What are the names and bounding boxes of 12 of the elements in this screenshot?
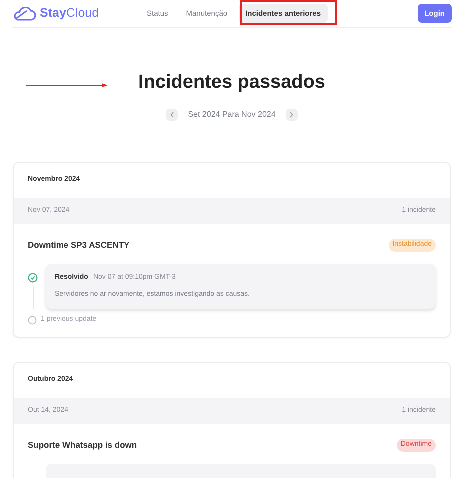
chevron-right-icon [289,112,294,118]
circle-icon [28,316,37,324]
previous-button[interactable] [166,109,178,121]
incident-title[interactable]: Downtime SP3 ASCENTY [28,239,130,252]
date-range: Set 2024 Para Nov 2024 [188,109,276,121]
incident-title[interactable]: Suporte Whatsapp is down [28,439,138,452]
cloud-logo-icon [12,6,37,20]
next-button[interactable] [286,109,298,121]
brand-name[interactable]: StayCloud [40,4,100,23]
page-title: Incidentes passados [138,72,326,94]
check-circle-icon [28,272,38,283]
chevron-left-icon [170,112,175,118]
